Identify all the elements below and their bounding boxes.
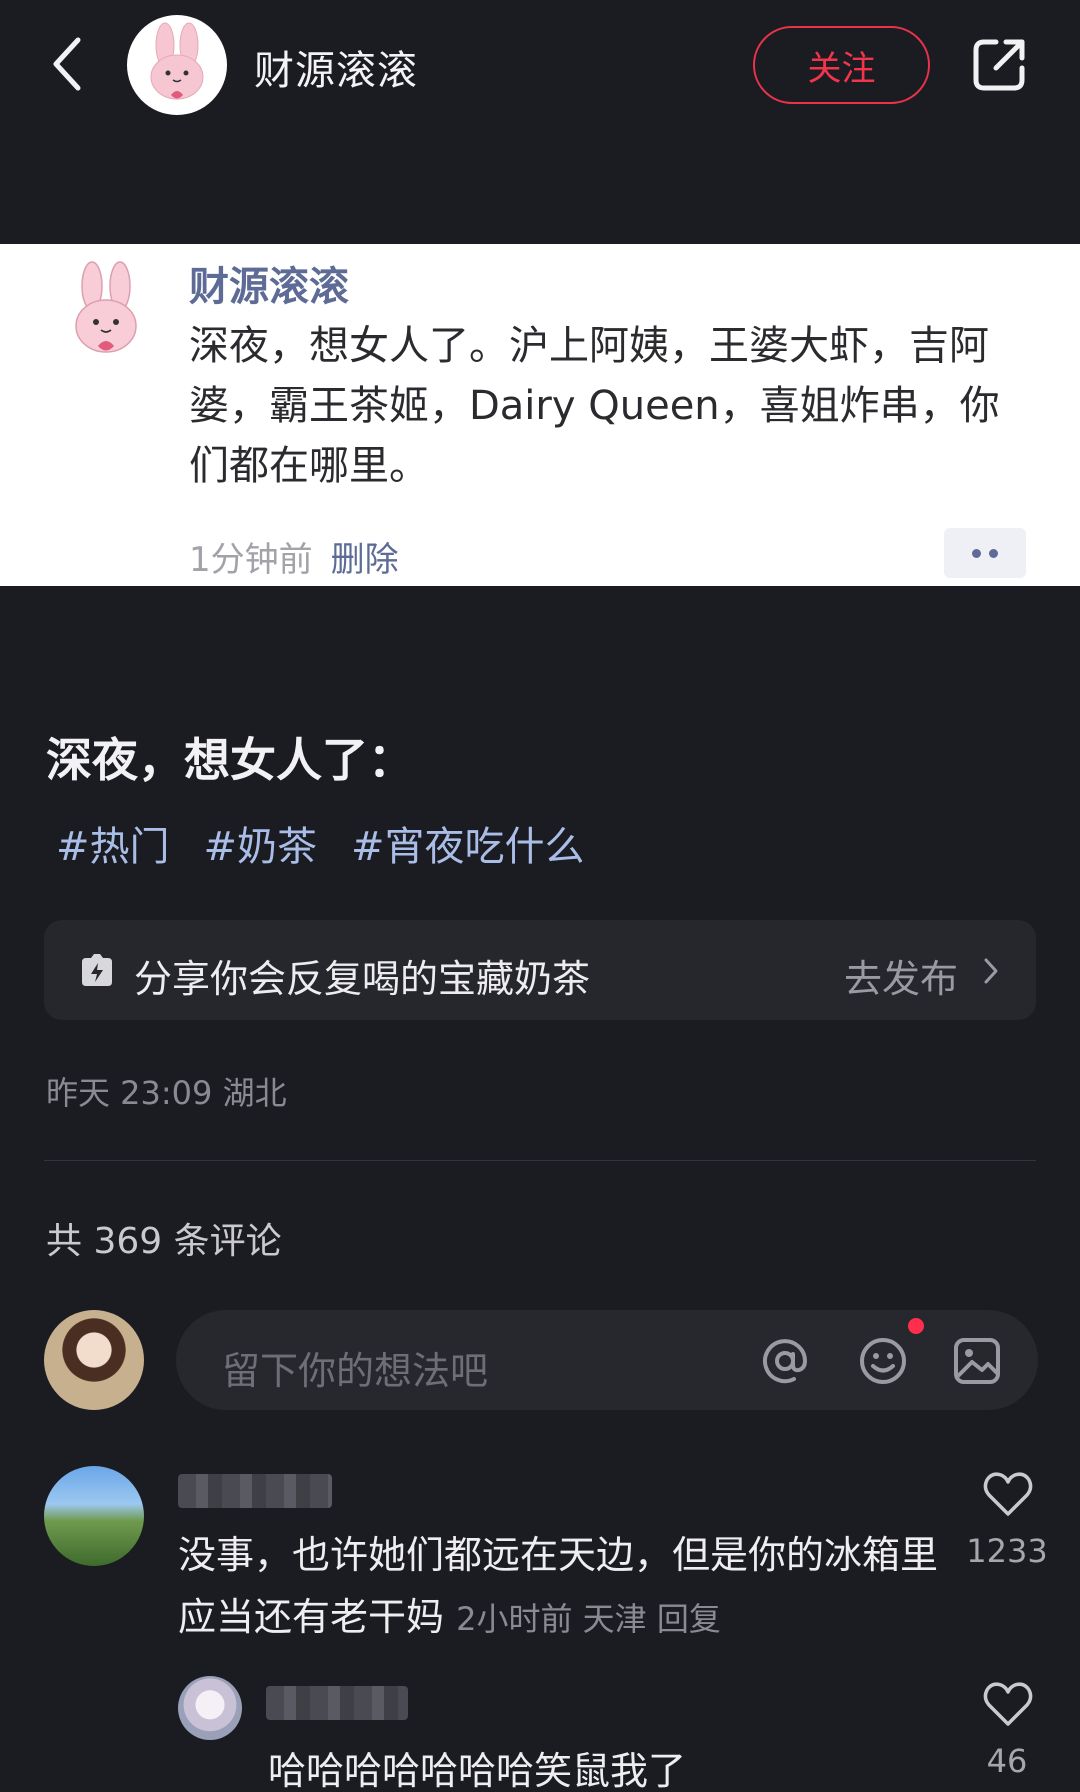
card-author-avatar [56,256,156,368]
comment-location: 天津 [582,1600,647,1638]
dot [989,548,998,558]
masked-username [178,1474,332,1508]
card-meta: 1分钟前 删除 [189,532,399,581]
publish-link[interactable]: 去发布 [844,948,958,1003]
bunny-avatar-icon [75,261,137,353]
heart-icon[interactable] [982,1470,1034,1518]
comment-body: 哈哈哈哈哈哈哈笑鼠我了 [268,1749,687,1792]
author-avatar[interactable] [127,15,227,115]
share-external-icon [973,39,1025,91]
share-button[interactable] [970,34,1030,94]
card-post-text: 深夜，想女人了。沪上阿姨，王婆大虾，吉阿婆，霸王茶姬，Dairy Queen，喜… [189,323,1000,489]
my-avatar [44,1310,144,1410]
chevron-right-icon [984,958,998,984]
author-name[interactable]: 财源滚滚 [254,38,418,96]
like-count: 46 [986,1742,1028,1780]
chevron-left-icon [53,37,81,91]
comment-count: 共 369 条评论 [46,1221,282,1262]
emoji-icon[interactable] [858,1336,908,1386]
at-mention-icon[interactable] [760,1336,810,1386]
masked-username [266,1686,408,1720]
divider [44,1160,1036,1161]
back-button[interactable] [44,32,94,96]
comment-input-placeholder: 留下你的想法吧 [222,1349,489,1393]
reply-button[interactable]: 回复 [657,1600,721,1638]
post-time-location: 昨天 23:09 湖北 [46,1074,287,1112]
camera-bolt-icon [82,954,112,986]
hashtag-late-night-snack[interactable]: #宵夜吃什么 [351,814,585,872]
heart-icon[interactable] [982,1680,1034,1728]
hashtag-milk-tea[interactable]: #奶茶 [204,814,318,872]
dot [972,548,981,558]
image-icon[interactable] [952,1336,1002,1386]
post-image-card[interactable]: 财源滚滚 深夜，想女人了。沪上阿姨，王婆大虾，吉阿婆，霸王茶姬，Dairy Qu… [0,244,1080,586]
bunny-avatar-icon [150,22,204,100]
commenter-avatar[interactable] [44,1466,144,1566]
comment-text: 没事，也许她们都远在天边，但是你的冰箱里应当还有老干妈 2小时前 天津 回复 [178,1524,948,1650]
comment-time: 2小时前 [456,1600,573,1638]
card-more-button [944,528,1026,578]
hashtag-hot[interactable]: #热门 [56,814,170,872]
card-author-name: 财源滚滚 [189,264,349,310]
card-time: 1分钟前 [189,540,313,580]
card-delete-link: 删除 [330,540,399,580]
top-bar: 财源滚滚 关注 [0,0,1080,130]
topic-text: 分享你会反复喝的宝藏奶茶 [134,957,591,1001]
tag-list: #热门 #奶茶 #宵夜吃什么 [56,814,585,872]
emoji-badge-dot [908,1318,924,1334]
note-title: 深夜，想女人了： [46,733,414,787]
commenter-avatar[interactable] [178,1676,242,1740]
like-count: 1233 [966,1532,1048,1570]
comment-meta: 2小时前 天津 回复 [456,1600,721,1638]
follow-button[interactable]: 关注 [753,26,930,104]
topic-publish-bar[interactable]: 分享你会反复喝的宝藏奶茶 去发布 [44,920,1036,1020]
